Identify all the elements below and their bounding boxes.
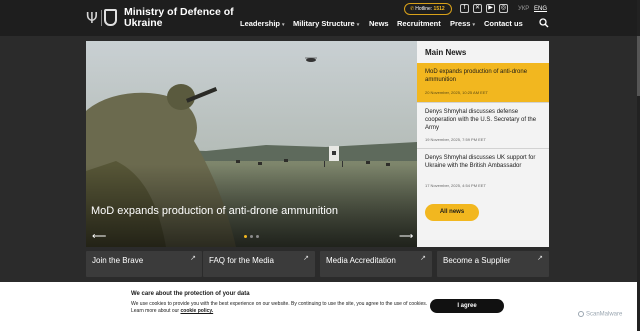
main-news-panel: Main News MoD expands production of anti… — [417, 41, 549, 247]
youtube-icon[interactable]: ▶ — [486, 4, 495, 13]
nav-recruitment[interactable]: Recruitment — [397, 18, 441, 30]
chevron-down-icon: ▾ — [282, 22, 285, 28]
news-item-date: 19 November, 2025, 7:59 PM EET — [425, 137, 486, 142]
news-item-date: 17 November, 2025, 4:54 PM EET — [425, 183, 486, 188]
hotline-number: 1512 — [433, 6, 445, 12]
news-item-title: Denys Shmyhal discusses defense cooperat… — [425, 109, 537, 131]
trident-icon: Ψ — [86, 9, 98, 27]
external-arrow-icon: ↗ — [190, 255, 196, 262]
hotline-badge[interactable]: ✆Hotline: 1512 — [404, 3, 452, 15]
language-ukr[interactable]: УКР — [518, 5, 529, 13]
nav-label: Leadership — [240, 19, 281, 28]
chevron-down-icon: ▾ — [356, 22, 360, 28]
prev-slide-arrow-icon[interactable]: ⟵ — [92, 232, 106, 242]
nav-leadership[interactable]: Leadership ▾ — [240, 18, 285, 31]
next-slide-arrow-icon[interactable]: ⟶ — [399, 232, 413, 242]
x-icon[interactable]: ✕ — [473, 4, 482, 13]
language-eng[interactable]: ENG — [534, 5, 547, 13]
cookie-text: We use cookies to provide you with the b… — [131, 301, 431, 315]
news-item[interactable]: Denys Shmyhal discusses defense cooperat… — [417, 102, 549, 152]
external-arrow-icon: ↗ — [537, 255, 543, 262]
nav-military-structure[interactable]: Military Structure ▾ — [293, 18, 359, 31]
cookie-banner: We care about the protection of your dat… — [0, 282, 640, 331]
quick-link-become-a-supplier[interactable]: Become a Supplier ↗ — [437, 251, 549, 277]
facebook-icon[interactable]: f — [460, 4, 469, 13]
slide-dot-2[interactable] — [250, 235, 253, 238]
nav-press[interactable]: Press ▾ — [450, 18, 475, 31]
slide-dot-3[interactable] — [256, 235, 259, 238]
site-header: Ψ Ministry of Defence of Ukraine ✆Hotlin… — [0, 0, 640, 36]
search-icon[interactable] — [539, 18, 549, 28]
agree-button[interactable]: I agree — [430, 299, 504, 313]
cookie-policy-link[interactable]: cookie policy. — [180, 308, 213, 314]
phone-icon: ✆ — [410, 6, 415, 12]
nav-label: Press — [450, 19, 471, 28]
external-arrow-icon: ↗ — [420, 255, 426, 262]
news-item[interactable]: Denys Shmyhal discusses UK support for U… — [417, 148, 549, 194]
main-news-heading: Main News — [425, 48, 467, 57]
slide-dot-1[interactable] — [244, 235, 247, 238]
quick-link-label: Join the Brave — [92, 256, 144, 265]
hotline-label: Hotline: — [415, 6, 433, 12]
quick-link-media-accreditation[interactable]: Media Accreditation ↗ — [320, 251, 432, 277]
ministry-logo[interactable]: Ψ — [86, 8, 118, 28]
quick-link-label: Become a Supplier — [443, 256, 511, 265]
cookie-title: We care about the protection of your dat… — [131, 291, 250, 297]
logo-divider — [101, 10, 102, 26]
nav-news[interactable]: News — [369, 18, 389, 30]
all-news-button[interactable]: All news — [425, 204, 479, 221]
instagram-icon[interactable]: ◎ — [499, 4, 508, 13]
nav-contact-us[interactable]: Contact us — [484, 18, 523, 30]
hero-title[interactable]: MoD expands production of anti-drone amm… — [91, 205, 338, 217]
chevron-down-icon: ▾ — [472, 22, 475, 28]
quick-link-label: Media Accreditation — [326, 256, 396, 265]
watermark-text: ScanMalware — [586, 311, 623, 318]
nav-label: Military Structure — [293, 19, 355, 28]
news-item-title: Denys Shmyhal discusses UK support for U… — [425, 155, 536, 169]
shield-icon — [104, 9, 117, 26]
site-title[interactable]: Ministry of Defence of Ukraine — [124, 7, 244, 28]
quick-link-label: FAQ for the Media — [209, 256, 274, 265]
external-arrow-icon: ↗ — [303, 255, 309, 262]
cookie-body: We use cookies to provide you with the b… — [131, 301, 428, 314]
hero-slider[interactable]: MoD expands production of anti-drone amm… — [86, 41, 417, 247]
quick-link-faq-for-the-media[interactable]: FAQ for the Media ↗ — [203, 251, 315, 277]
news-item-title: MoD expands production of anti-drone amm… — [425, 69, 528, 83]
scanmalware-watermark: ScanMalware — [578, 311, 622, 318]
shield-icon — [578, 311, 584, 317]
quick-link-join-the-brave[interactable]: Join the Brave ↗ — [86, 251, 202, 277]
news-item-date: 20 November, 2025, 10:25 AM EET — [425, 90, 488, 95]
news-item[interactable]: MoD expands production of anti-drone amm… — [417, 63, 549, 102]
